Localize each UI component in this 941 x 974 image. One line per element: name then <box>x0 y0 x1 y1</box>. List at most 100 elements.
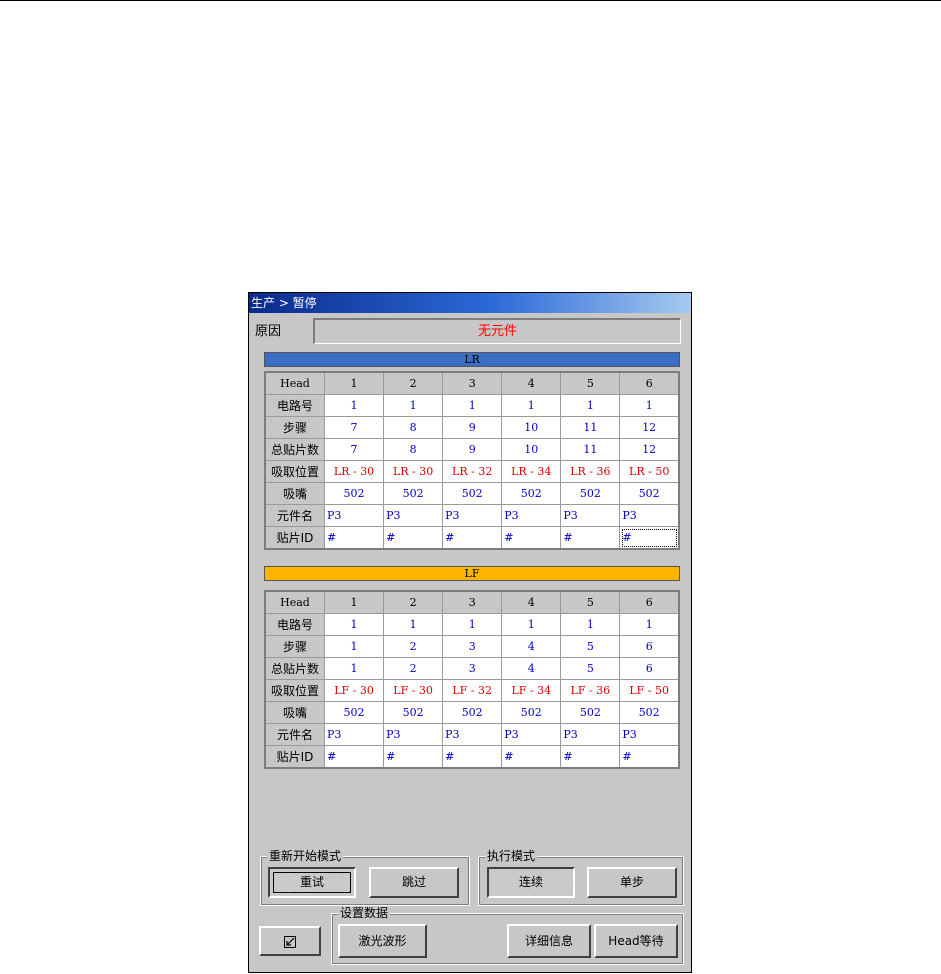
total-mount-count-cell: 8 <box>383 438 444 461</box>
head-wait-button[interactable]: Head等待 <box>594 924 678 958</box>
single-step-button[interactable]: 单步 <box>587 867 677 898</box>
mount-id-cell[interactable]: # <box>619 745 680 769</box>
circuit-no-cell: 1 <box>501 613 562 636</box>
lf-header-row: Head 1 2 3 4 5 6 <box>264 590 680 614</box>
head-1-column-header: 1 <box>323 590 385 614</box>
row-label-step: 步骤 <box>264 635 325 658</box>
head-2-column-header: 2 <box>383 371 444 395</box>
part-name-cell[interactable]: P3 <box>560 504 621 527</box>
head-2-column-header: 2 <box>383 590 444 614</box>
head-3-column-header: 3 <box>442 590 503 614</box>
resize-arrow-icon <box>284 935 296 948</box>
nozzle-cell: 502 <box>442 482 503 505</box>
lf-row-nozzle: 吸嘴 502 502 502 502 502 502 <box>264 701 680 724</box>
circuit-no-cell: 1 <box>501 394 562 417</box>
pickup-position-cell: LR - 32 <box>442 460 503 483</box>
head-column-header: Head <box>264 371 325 395</box>
lf-head-table: Head 1 2 3 4 5 6 电路号 1 1 1 1 1 1 步骤 1 2 3 4 5 6 总贴片数 1 2 3 4 5 6 吸取位… <box>264 590 680 769</box>
part-name-cell[interactable]: P3 <box>619 504 680 527</box>
circuit-no-cell: 1 <box>619 394 680 417</box>
circuit-no-cell: 1 <box>560 613 621 636</box>
mount-id-cell[interactable]: # <box>560 745 621 769</box>
row-label-mount-id: 贴片ID <box>264 526 325 550</box>
reason-value: 无元件 <box>313 318 681 344</box>
lr-head-table: Head 1 2 3 4 5 6 电路号 1 1 1 1 1 1 步骤 7 8 9 10 11 12 总贴片数 7 8 9 10 1… <box>264 371 680 550</box>
part-name-cell[interactable]: P3 <box>501 504 562 527</box>
head-5-column-header: 5 <box>560 371 621 395</box>
lf-row-step: 步骤 1 2 3 4 5 6 <box>264 635 680 658</box>
circuit-no-cell: 1 <box>383 613 444 636</box>
part-name-cell[interactable]: P3 <box>501 723 562 746</box>
skip-button[interactable]: 跳过 <box>369 867 459 898</box>
mount-id-cell[interactable]: # <box>501 526 562 550</box>
lr-row-mount-id: 贴片ID # # # # # # <box>264 526 680 550</box>
row-label-nozzle: 吸嘴 <box>264 701 325 724</box>
mount-id-cell[interactable]: # <box>442 745 503 769</box>
part-name-cell[interactable]: P3 <box>619 723 680 746</box>
nozzle-cell: 502 <box>383 482 444 505</box>
lf-band: LF <box>264 566 680 581</box>
step-cell: 11 <box>560 416 621 439</box>
total-mount-count-cell: 11 <box>560 438 621 461</box>
nozzle-cell: 502 <box>501 701 562 724</box>
details-button[interactable]: 详细信息 <box>507 924 591 958</box>
lf-row-circuit-no: 电路号 1 1 1 1 1 1 <box>264 613 680 636</box>
mount-id-cell[interactable]: # <box>560 526 621 550</box>
nozzle-cell: 502 <box>619 482 680 505</box>
step-cell: 2 <box>383 635 444 658</box>
skip-label: 跳过 <box>401 875 426 889</box>
laser-waveform-button[interactable]: 激光波形 <box>338 924 427 958</box>
nozzle-cell: 502 <box>501 482 562 505</box>
part-name-cell[interactable]: P3 <box>383 723 444 746</box>
lr-band: LR <box>264 352 680 367</box>
part-name-cell[interactable]: P3 <box>323 504 385 527</box>
mount-id-cell[interactable]: # <box>323 745 385 769</box>
pickup-position-cell: LR - 36 <box>560 460 621 483</box>
nozzle-cell: 502 <box>323 701 385 724</box>
minimize-button[interactable] <box>259 926 321 956</box>
total-mount-count-cell: 12 <box>619 438 680 461</box>
part-name-cell[interactable]: P3 <box>560 723 621 746</box>
circuit-no-cell: 1 <box>619 613 680 636</box>
row-label-step: 步骤 <box>264 416 325 439</box>
head-4-column-header: 4 <box>501 590 562 614</box>
continuous-button[interactable]: 连续 <box>487 867 575 898</box>
row-label-part-name: 元件名 <box>264 504 325 527</box>
pickup-position-cell: LF - 34 <box>501 679 562 702</box>
mount-id-cell[interactable]: # <box>442 526 503 550</box>
row-label-nozzle: 吸嘴 <box>264 482 325 505</box>
head-4-column-header: 4 <box>501 371 562 395</box>
part-name-cell[interactable]: P3 <box>442 504 503 527</box>
step-cell: 5 <box>560 635 621 658</box>
lf-row-pickup-position: 吸取位置 LF - 30 LF - 30 LF - 32 LF - 34 LF - 36 L… <box>264 679 680 702</box>
mount-id-cell[interactable]: # <box>323 526 385 550</box>
row-label-circuit-no: 电路号 <box>264 613 325 636</box>
laser-waveform-label: 激光波形 <box>358 934 407 948</box>
page-top-rule <box>0 0 941 1</box>
total-mount-count-cell: 1 <box>323 657 385 680</box>
window-title: 生产 > 暂停 <box>249 293 691 313</box>
part-name-cell[interactable]: P3 <box>383 504 444 527</box>
pickup-position-cell: LR - 34 <box>501 460 562 483</box>
nozzle-cell: 502 <box>383 701 444 724</box>
head-wait-label: Head等待 <box>608 934 664 948</box>
row-label-part-name: 元件名 <box>264 723 325 746</box>
nozzle-cell: 502 <box>323 482 385 505</box>
part-name-cell[interactable]: P3 <box>442 723 503 746</box>
pickup-position-cell: LF - 30 <box>323 679 385 702</box>
mount-id-cell[interactable]: # <box>501 745 562 769</box>
step-cell: 4 <box>501 635 562 658</box>
part-name-cell[interactable]: P3 <box>323 723 385 746</box>
pickup-position-cell: LR - 30 <box>323 460 385 483</box>
mount-id-cell[interactable]: # <box>383 745 444 769</box>
details-label: 详细信息 <box>524 934 573 948</box>
pickup-position-cell: LF - 30 <box>383 679 444 702</box>
mount-id-cell[interactable]: # <box>619 526 680 550</box>
pickup-position-cell: LF - 32 <box>442 679 503 702</box>
total-mount-count-cell: 6 <box>619 657 680 680</box>
row-label-pickup-position: 吸取位置 <box>264 460 325 483</box>
nozzle-cell: 502 <box>560 701 621 724</box>
mount-id-cell[interactable]: # <box>383 526 444 550</box>
circuit-no-cell: 1 <box>560 394 621 417</box>
retry-button[interactable]: 重试 <box>268 867 356 898</box>
